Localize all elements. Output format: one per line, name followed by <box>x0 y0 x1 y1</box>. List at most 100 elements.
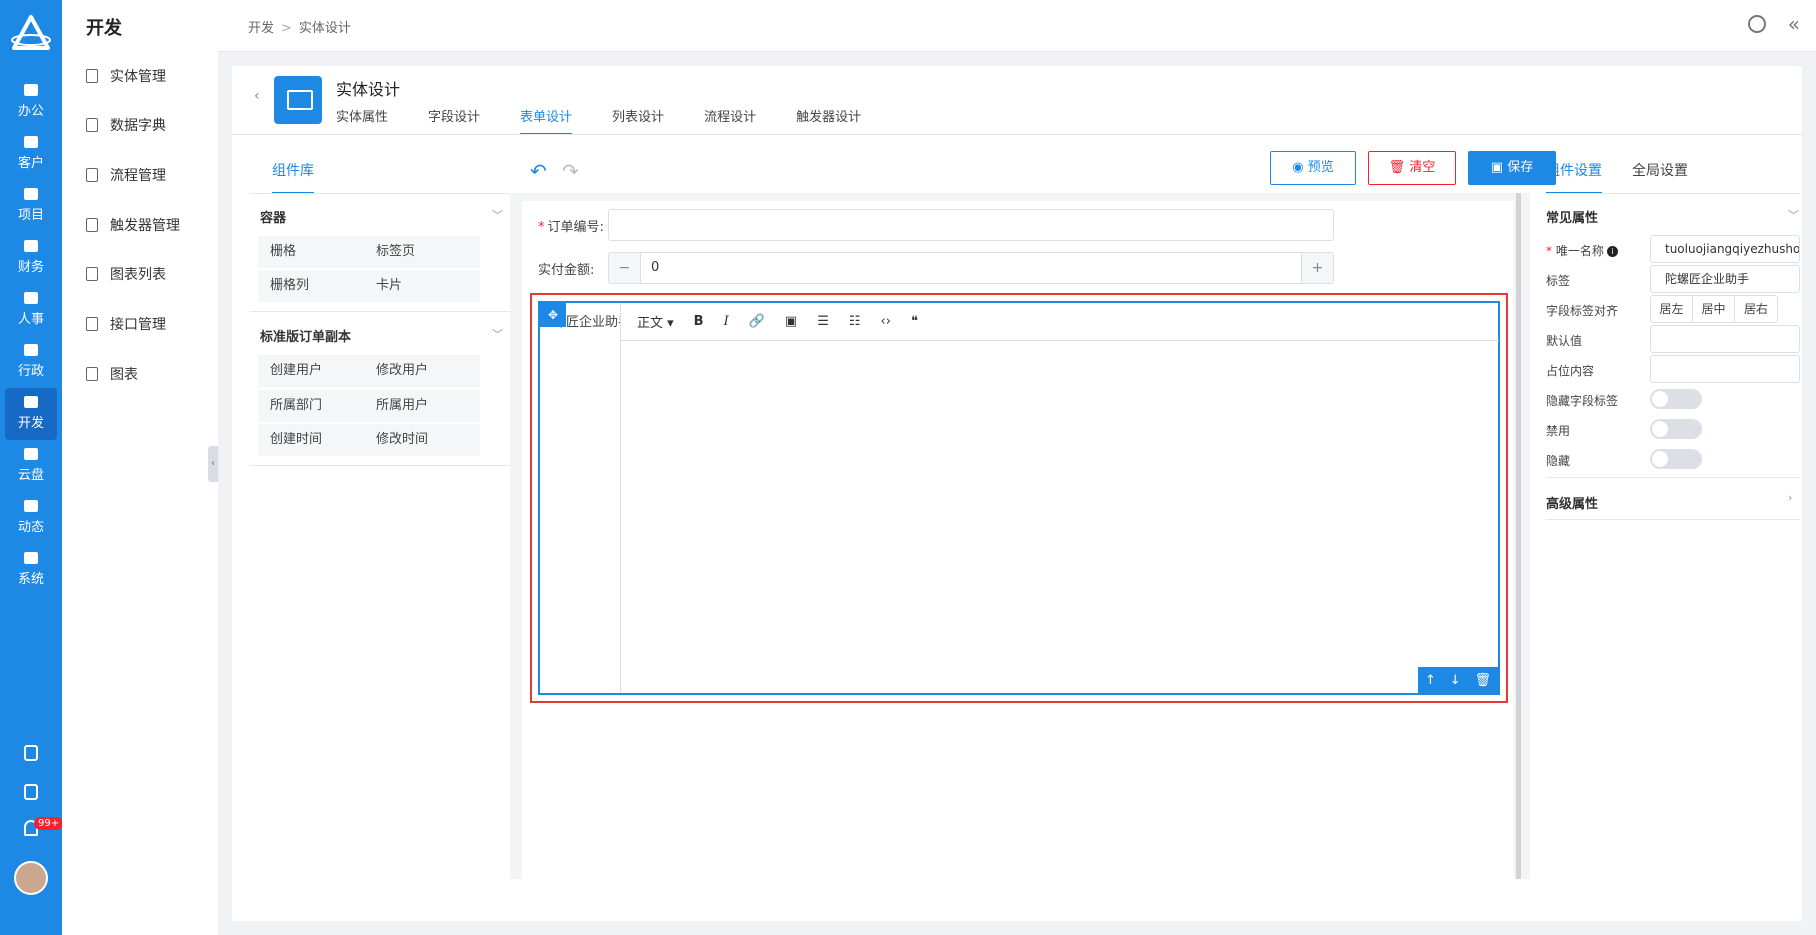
tab-form-design[interactable]: 表单设计 <box>520 106 573 135</box>
bullet-list-icon[interactable]: ☰ <box>817 314 829 329</box>
plus-icon[interactable]: + <box>1301 253 1333 283</box>
align-center-option[interactable]: 居中 <box>1693 296 1735 322</box>
component-created-time[interactable]: 创建时间 <box>258 424 374 456</box>
undo-icon[interactable]: ↶ <box>530 159 547 183</box>
component-modified-time[interactable]: 修改时间 <box>364 424 480 456</box>
move-down-icon[interactable]: ↓ <box>1450 673 1461 688</box>
sidebar-item-trigger[interactable]: 触发器管理 <box>86 215 180 235</box>
align-right-option[interactable]: 居右 <box>1735 296 1777 322</box>
divider <box>1546 519 1800 520</box>
align-left-option[interactable]: 居左 <box>1651 296 1693 322</box>
chevron-down-icon[interactable]: ﹀ <box>492 207 503 223</box>
rail-item-dev[interactable]: 开发 <box>5 388 57 440</box>
component-modified-by[interactable]: 修改用户 <box>364 355 480 387</box>
default-value-input[interactable] <box>1650 325 1800 353</box>
selected-field-highlight: 陀螺匠企业助手 ✥ 正文 ▾ B I 🔗 ▣ ☰ ☷ ‹› <box>530 293 1508 703</box>
sidebar-item-chart[interactable]: 图表 <box>86 364 138 384</box>
hide-label-toggle[interactable] <box>1650 389 1702 409</box>
rail-item-system[interactable]: 系统 <box>0 544 62 596</box>
notebook-icon[interactable] <box>0 784 62 804</box>
rail-item-customer[interactable]: 客户 <box>0 128 62 180</box>
component-grid[interactable]: 栅格 <box>258 236 374 268</box>
image-icon[interactable]: ▣ <box>785 314 797 329</box>
default-value-label: 默认值 <box>1546 334 1583 348</box>
entity-tabs: 实体属性 字段设计 表单设计 列表设计 流程设计 触发器设计 <box>336 106 901 135</box>
move-up-icon[interactable]: ↑ <box>1425 673 1436 688</box>
bold-icon[interactable]: B <box>694 314 704 329</box>
rail-item-finance[interactable]: 财务 <box>0 232 62 284</box>
sidebar-item-chart-list[interactable]: 图表列表 <box>86 264 166 284</box>
common-properties-title[interactable]: 常见属性 <box>1546 207 1598 226</box>
cloud-disk-icon <box>24 448 38 460</box>
hidden-label: 隐藏 <box>1546 454 1571 468</box>
rich-text-editor[interactable]: 正文 ▾ B I 🔗 ▣ ☰ ☷ ‹› ❝ ↑ ↓ 🗑 <box>620 303 1499 693</box>
redo-icon[interactable]: ↷ <box>562 159 579 183</box>
hidden-toggle[interactable] <box>1650 449 1702 469</box>
breadcrumb-item: 实体设计 <box>298 21 351 36</box>
search-icon[interactable] <box>1748 15 1766 33</box>
sidebar-item-workflow[interactable]: 流程管理 <box>86 165 166 185</box>
back-icon[interactable]: ‹ <box>254 88 260 104</box>
chevron-right-icon[interactable]: › <box>1788 491 1792 504</box>
label-input[interactable]: 陀螺匠企业助手 <box>1650 265 1800 293</box>
user-avatar[interactable] <box>14 861 48 895</box>
canvas-scrollbar[interactable] <box>1516 193 1521 879</box>
tab-component-settings[interactable]: 组件设置 <box>1546 160 1602 194</box>
rail-item-project[interactable]: 项目 <box>0 180 62 232</box>
preview-button[interactable]: ◉ 预览 <box>1270 151 1356 185</box>
code-icon[interactable]: ‹› <box>881 314 891 329</box>
rich-text-field[interactable]: 陀螺匠企业助手 ✥ 正文 ▾ B I 🔗 ▣ ☰ ☷ ‹› <box>538 301 1500 695</box>
component-owner[interactable]: 所属用户 <box>364 390 480 422</box>
sidebar-item-entity[interactable]: 实体管理 <box>86 66 166 86</box>
group-title-order[interactable]: 标准版订单副本 <box>260 326 351 345</box>
id-card-icon <box>24 292 38 304</box>
component-card[interactable]: 卡片 <box>364 270 480 302</box>
disabled-toggle[interactable] <box>1650 419 1702 439</box>
chevron-down-icon[interactable]: ﹀ <box>492 326 503 342</box>
tab-workflow-design[interactable]: 流程设计 <box>704 106 756 135</box>
advanced-properties-title[interactable]: 高级属性 <box>1546 493 1598 512</box>
app-root: 办公 客户 项目 财务 人事 行政 开发 云盘 动态 系统 99+ 开发 实体管… <box>0 0 1816 935</box>
delete-icon[interactable]: 🗑 <box>1475 673 1492 688</box>
field-action-bar: ↑ ↓ 🗑 <box>1418 667 1498 693</box>
component-created-by[interactable]: 创建用户 <box>258 355 374 387</box>
amount-stepper[interactable]: − 0 + <box>608 252 1334 284</box>
collapse-icon[interactable]: « <box>1788 12 1800 36</box>
drag-handle-icon[interactable]: ✥ <box>540 303 566 327</box>
rail-item-office[interactable]: 办公 <box>0 76 62 128</box>
tab-global-settings[interactable]: 全局设置 <box>1632 160 1688 192</box>
link-icon[interactable]: 🔗 <box>749 314 765 329</box>
amount-value: 0 <box>651 260 660 275</box>
chevron-down-icon[interactable]: ﹀ <box>1788 207 1799 223</box>
rail-item-activity[interactable]: 动态 <box>0 492 62 544</box>
field-label-amount: 实付金额: <box>538 263 595 278</box>
component-tabs[interactable]: 标签页 <box>364 236 480 268</box>
divider <box>250 311 512 312</box>
order-no-input[interactable] <box>608 209 1334 241</box>
rail-item-cloud[interactable]: 云盘 <box>0 440 62 492</box>
component-department[interactable]: 所属部门 <box>258 390 374 422</box>
numbered-list-icon[interactable]: ☷ <box>849 314 861 329</box>
paragraph-select[interactable]: 正文 ▾ <box>637 312 674 331</box>
quote-icon[interactable]: ❝ <box>911 314 918 329</box>
sidebar-item-api[interactable]: 接口管理 <box>86 314 166 334</box>
tab-entity-attributes[interactable]: 实体属性 <box>336 106 388 135</box>
rail-item-admin[interactable]: 行政 <box>0 336 62 388</box>
italic-icon[interactable]: I <box>724 314 729 329</box>
breadcrumb-item[interactable]: 开发 <box>248 21 274 36</box>
group-title-container[interactable]: 容器 <box>260 207 286 226</box>
tab-field-design[interactable]: 字段设计 <box>428 106 480 135</box>
clear-button[interactable]: 🗑 清空 <box>1368 151 1456 185</box>
tab-list-design[interactable]: 列表设计 <box>612 106 664 135</box>
tab-component-library[interactable]: 组件库 <box>272 160 314 194</box>
component-grid-column[interactable]: 栅格列 <box>258 270 374 302</box>
tab-trigger-design[interactable]: 触发器设计 <box>796 106 861 135</box>
rail-item-hr[interactable]: 人事 <box>0 284 62 336</box>
save-icon: ▣ <box>1490 160 1508 175</box>
sidebar-item-dictionary[interactable]: 数据字典 <box>86 115 166 135</box>
minus-icon[interactable]: − <box>609 253 641 283</box>
placeholder-input[interactable] <box>1650 355 1800 383</box>
sidebar-collapse-button[interactable]: ‹ <box>208 446 218 482</box>
mobile-icon[interactable] <box>0 745 62 765</box>
unique-name-input[interactable]: tuoluojiangqiyezhushou <box>1650 235 1800 263</box>
